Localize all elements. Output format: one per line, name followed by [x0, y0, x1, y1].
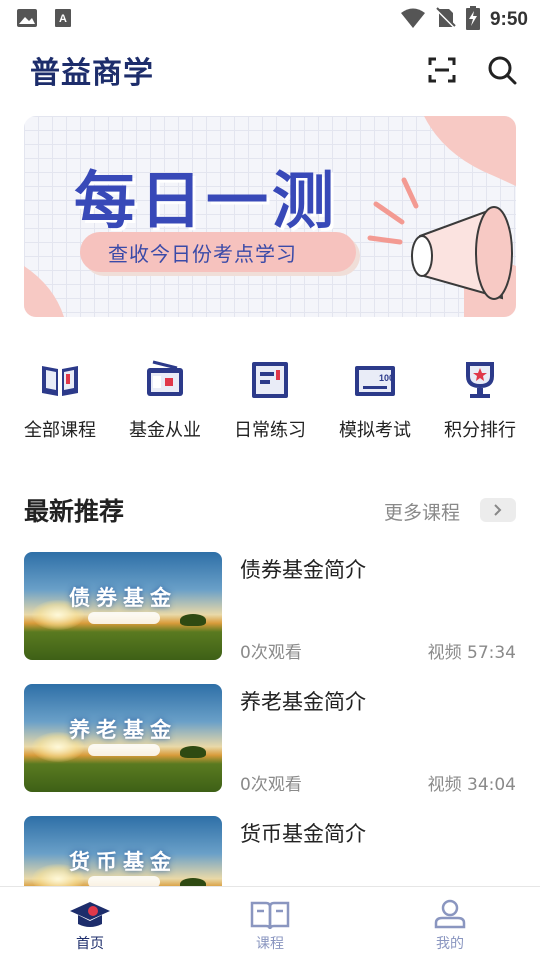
svg-text:100: 100 — [379, 373, 394, 383]
course-duration: 视频 57:34 — [427, 643, 516, 663]
course-thumbnail: 债券基金 — [24, 552, 222, 660]
app-header: 普益商学 — [0, 44, 540, 96]
category-mock-exam[interactable]: 100 模拟考试 — [325, 356, 425, 446]
category-label: 日常练习 — [234, 420, 306, 441]
exercise-card-icon — [250, 360, 290, 400]
category-points-ranking[interactable]: 积分排行 — [430, 356, 530, 446]
thumbnail-title: 货币基金 — [69, 850, 177, 874]
battery-charging-icon — [465, 6, 480, 34]
course-views: 0次观看 — [240, 775, 302, 795]
course-title: 债券基金简介 — [240, 558, 366, 582]
nav-label: 课程 — [256, 936, 284, 952]
home-cap-icon — [69, 899, 111, 931]
course-views: 0次观看 — [240, 643, 302, 663]
section-title: 最新推荐 — [24, 497, 125, 526]
status-bar: A 9:50 — [0, 0, 540, 36]
clock: 9:50 — [489, 9, 528, 30]
daily-quiz-banner[interactable]: 每日一测 查收今日份考点学习 — [24, 116, 516, 317]
radio-box-icon — [145, 360, 185, 400]
nav-profile[interactable]: 我的 — [360, 887, 540, 960]
svg-text:A: A — [59, 13, 67, 25]
megaphone-icon — [367, 177, 513, 300]
chevron-right-icon — [494, 504, 502, 516]
nav-label: 首页 — [76, 936, 104, 952]
thumbnail-tag — [88, 612, 160, 624]
nav-home[interactable]: 首页 — [0, 887, 180, 960]
user-icon — [429, 899, 471, 931]
category-daily-exercise[interactable]: 日常练习 — [220, 356, 320, 446]
category-label: 模拟考试 — [339, 420, 411, 441]
category-all-courses[interactable]: 全部课程 — [10, 356, 110, 446]
bottom-nav: 首页 课程 我的 — [0, 886, 540, 960]
category-fund-practice[interactable]: 基金从业 — [115, 356, 215, 446]
more-courses-link[interactable]: 更多课程 — [384, 498, 460, 525]
course-thumbnail: 养老基金 — [24, 684, 222, 792]
course-title: 养老基金简介 — [240, 690, 366, 714]
nav-courses[interactable]: 课程 — [180, 887, 360, 960]
nav-label: 我的 — [436, 936, 464, 952]
book-icon — [249, 899, 291, 931]
search-icon[interactable] — [486, 54, 518, 86]
trophy-icon — [460, 360, 500, 400]
thumbnail-title: 养老基金 — [69, 718, 177, 742]
category-label: 全部课程 — [24, 420, 96, 441]
app-title: 普益商学 — [30, 56, 154, 91]
thumbnail-title: 债券基金 — [69, 586, 177, 610]
wifi-icon — [400, 7, 426, 33]
no-sim-icon — [436, 7, 456, 33]
category-label: 基金从业 — [129, 420, 201, 441]
category-grid: 全部课程 基金从业 日常练习 100 模拟考试 积分排行 — [0, 356, 540, 446]
open-book-icon — [40, 360, 80, 400]
more-courses-button[interactable] — [480, 498, 516, 522]
course-item[interactable]: 养老基金 养老基金简介 0次观看 视频 34:04 — [24, 684, 516, 795]
banner-subtitle: 查收今日份考点学习 — [108, 242, 297, 266]
course-title: 货币基金简介 — [240, 822, 366, 846]
image-icon — [16, 8, 38, 32]
course-duration: 视频 34:04 — [427, 775, 516, 795]
category-label: 积分排行 — [444, 420, 516, 441]
exam-score-icon: 100 — [355, 360, 395, 400]
text-a-icon: A — [54, 8, 72, 32]
scan-icon[interactable] — [426, 54, 458, 86]
banner-title: 每日一测 — [74, 164, 339, 237]
thumbnail-tag — [88, 744, 160, 756]
course-item[interactable]: 债券基金 债券基金简介 0次观看 视频 57:34 — [24, 552, 516, 663]
